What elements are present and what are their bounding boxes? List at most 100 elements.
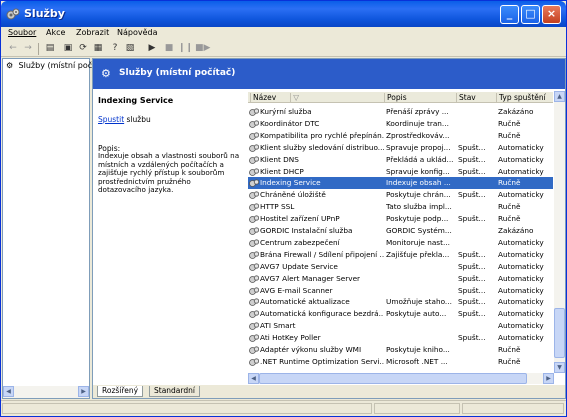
service-row[interactable]: AVG7 Update Service Spušt... Automaticky (248, 261, 553, 273)
column-header-name[interactable]: Název ▽ (248, 93, 384, 103)
scroll-up-icon[interactable]: ▲ (554, 91, 565, 102)
service-description: GORDIC Systém... (386, 226, 452, 235)
service-name: Automatické aktualizace (260, 297, 350, 307)
service-startup-type: Zakázáno (498, 107, 534, 116)
restart-service-icon[interactable]: ■▶ (195, 43, 210, 54)
tab-extended[interactable]: Rozšířený (97, 386, 144, 397)
column-header-state[interactable]: Stav (456, 93, 496, 103)
service-row[interactable]: Klient DHCP Spravuje konfig... Spušt... Aut… (248, 166, 553, 178)
service-state: Spušt... (458, 261, 486, 271)
service-row[interactable]: AVG7 Alert Manager Server Spušt... Automat… (248, 273, 553, 285)
menu-file[interactable]: Soubor (8, 28, 36, 37)
service-description: Indexuje obsah ... (386, 178, 451, 188)
service-gear-icon (249, 144, 259, 152)
tab-standard[interactable]: Standardní (149, 386, 200, 397)
menu-help[interactable]: Nápověda (117, 28, 158, 37)
service-gear-icon (249, 215, 259, 223)
console-tree-icon[interactable]: ▤ (44, 43, 56, 54)
horizontal-scroll-thumb[interactable] (259, 373, 527, 384)
services-gear-icon: ⚙ (6, 61, 14, 70)
service-row[interactable]: Kurýrní služba Přenáší zprávy ... Zakázáno (248, 106, 553, 118)
help-icon[interactable]: ? (109, 43, 121, 54)
service-row[interactable]: Automatické aktualizace Umožňuje staho...… (248, 296, 553, 308)
service-startup-type: Ručně (498, 202, 521, 212)
stop-service-icon[interactable]: ■ (163, 43, 175, 54)
status-pane-3 (462, 403, 564, 414)
service-description: Umožňuje staho... (386, 297, 452, 307)
pause-service-icon[interactable]: ❙❙ (178, 43, 193, 54)
service-row[interactable]: Brána Firewall / Sdílení připojení ... Za… (248, 249, 553, 261)
column-header-startup-type[interactable]: Typ spuštění (496, 93, 553, 103)
service-name: AVG7 Update Service (260, 261, 338, 271)
service-startup-type: Automaticky (498, 321, 544, 331)
maximize-button[interactable]: □ (521, 5, 540, 24)
export-list-icon[interactable]: ▦ (92, 43, 104, 54)
close-button[interactable]: × (542, 5, 561, 24)
service-state: Spušt... (458, 190, 486, 200)
service-row[interactable]: Chráněné úložiště Poskytuje chrán... Spušt… (248, 189, 553, 201)
menu-action[interactable]: Akce (46, 28, 65, 37)
title-bar[interactable]: Služby _ □ × (1, 1, 566, 27)
service-gear-icon (249, 120, 259, 128)
service-name: Klient služby sledování distribuo... (260, 142, 384, 152)
menu-view[interactable]: Zobrazit (76, 28, 109, 37)
back-arrow-icon[interactable]: ← (7, 43, 19, 54)
refresh-icon[interactable]: ⟳ (77, 43, 89, 54)
scroll-left-icon[interactable]: ◀ (248, 373, 259, 384)
list-horizontal-scrollbar[interactable]: ◀ ▶ (248, 373, 554, 384)
service-state: Spušt... (458, 309, 486, 319)
service-row[interactable]: Ati HotKey Poller Spušt... Automaticky (248, 332, 553, 344)
service-row[interactable]: Adaptér výkonu služby WMI Poskytuje kniho… (248, 344, 553, 356)
service-name: Klient DHCP (260, 166, 304, 176)
scroll-right-icon[interactable]: ▶ (78, 386, 89, 397)
service-name: Koordinátor DTC (260, 118, 320, 128)
scroll-down-icon[interactable]: ▼ (554, 362, 565, 373)
service-gear-icon (249, 286, 259, 295)
service-row[interactable]: Klient služby sledování distribuo... Spra… (248, 142, 553, 154)
help-topics-icon[interactable]: ▧ (124, 43, 136, 54)
scroll-right-icon[interactable]: ▶ (543, 373, 554, 384)
service-row[interactable]: Klient DNS Překládá a uklád... Spušt... Aut… (248, 154, 553, 166)
service-row[interactable]: Kompatibilita pro rychlé přepínán... Zpro… (248, 130, 553, 142)
service-row[interactable]: HTTP SSL Tato služba impl... Ručně (248, 201, 553, 213)
service-row[interactable]: AVG E-mail Scanner Spušt... Automaticky (248, 285, 553, 297)
scroll-left-icon[interactable]: ◀ (3, 386, 14, 397)
service-state: Spušt... (458, 154, 486, 164)
service-name: Automatická konfigurace bezdrá... (260, 309, 384, 319)
list-vertical-scrollbar[interactable]: ▲ ▼ (554, 91, 565, 373)
service-row[interactable]: Centrum zabezpečení Monitoruje nast... Aut… (248, 237, 553, 249)
service-description: Tato služba impl... (386, 202, 452, 212)
service-row[interactable]: Koordinátor DTC Koordinuje tran... Ručně (248, 118, 553, 130)
service-row[interactable]: GORDIC Instalační služba GORDIC Systém...… (248, 225, 553, 237)
forward-arrow-icon[interactable]: → (22, 43, 34, 54)
column-header-description[interactable]: Popis (384, 93, 456, 103)
service-startup-type: Automaticky (498, 237, 544, 247)
service-startup-type: Automaticky (498, 190, 544, 200)
services-gear-icon (6, 8, 20, 20)
start-service-icon[interactable]: ▶ (146, 43, 158, 54)
start-service-link[interactable]: Spustit (98, 115, 124, 124)
service-row[interactable]: .NET Runtime Optimization Servi... Micros… (248, 356, 553, 368)
service-name: HTTP SSL (260, 202, 295, 212)
service-row[interactable]: ATI Smart Automaticky (248, 320, 553, 332)
menu-bar: Soubor Akce Zobrazit Nápověda (1, 27, 566, 41)
service-name: .NET Runtime Optimization Servi... (260, 356, 384, 366)
service-row[interactable]: Automatická konfigurace bezdrá... Poskytu… (248, 308, 553, 320)
selected-service-name: Indexing Service (98, 96, 174, 105)
service-row[interactable]: Indexing Service Indexuje obsah ... Ručně (248, 177, 553, 190)
minimize-button[interactable]: _ (500, 5, 519, 24)
vertical-scroll-thumb[interactable] (554, 308, 565, 358)
start-service-link-line: Spustit službu (98, 115, 151, 124)
service-startup-type: Ručně (498, 356, 521, 366)
service-startup-type: Automaticky (498, 309, 544, 319)
tree-item-services-local[interactable]: ⚙ Služby (místní počíta (6, 61, 102, 70)
service-gear-icon (249, 251, 259, 259)
service-description: Microsoft .NET ... (386, 356, 448, 366)
service-startup-type: Ručně (498, 130, 521, 140)
service-row[interactable]: Hostitel zařízení UPnP Poskytuje podp... S… (248, 213, 553, 225)
properties-icon[interactable]: ▣ (62, 43, 74, 54)
tree-horizontal-scrollbar[interactable]: ◀ ▶ (3, 386, 89, 398)
service-gear-icon (249, 179, 259, 188)
service-gear-icon (249, 108, 259, 116)
description-text: Indexuje obsah a vlastnosti souborů na m… (98, 151, 240, 195)
